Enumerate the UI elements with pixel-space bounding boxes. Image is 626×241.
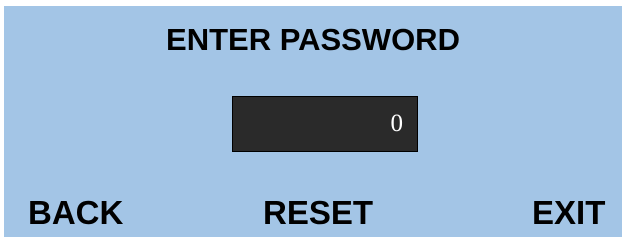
password-field[interactable]: 0: [232, 96, 418, 152]
password-value: 0: [390, 110, 404, 137]
back-button[interactable]: BACK: [28, 194, 123, 232]
password-panel: ENTER PASSWORD 0 BACK RESET EXIT: [4, 6, 622, 237]
page-title: ENTER PASSWORD: [166, 22, 460, 57]
reset-button[interactable]: RESET: [263, 194, 373, 232]
exit-button[interactable]: EXIT: [532, 194, 605, 232]
